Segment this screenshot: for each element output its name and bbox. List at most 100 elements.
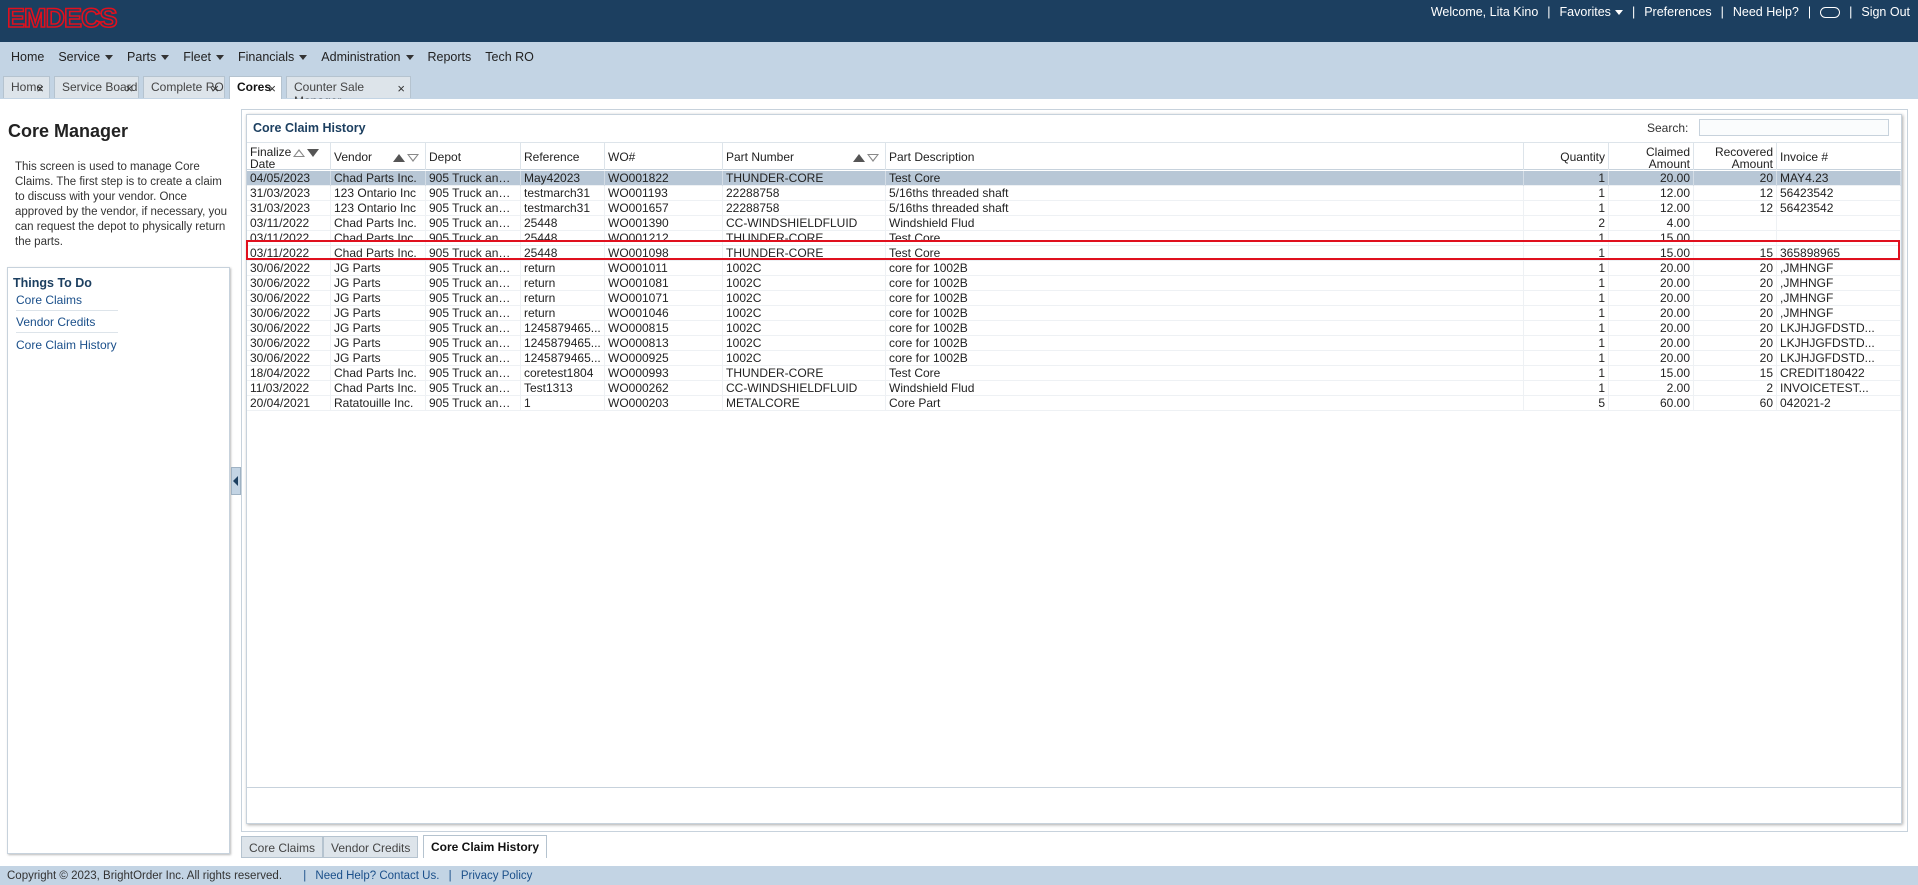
table-row[interactable]: 30/06/2022JG Parts905 Truck and Trai...1…: [247, 321, 1901, 336]
table-row[interactable]: 30/06/2022JG Parts905 Truck and Trai...1…: [247, 336, 1901, 351]
sort-desc-icon[interactable]: [307, 148, 320, 157]
cell-recovered-amount: [1694, 216, 1777, 231]
close-icon[interactable]: ×: [397, 82, 405, 95]
cell-vendor: JG Parts: [331, 321, 426, 336]
tab-cores[interactable]: Cores ×: [229, 76, 282, 99]
cell-vendor: Chad Parts Inc.: [331, 381, 426, 396]
cell-wo-number: WO001193: [605, 186, 723, 201]
column-header-invoice-number[interactable]: Invoice #: [1777, 143, 1901, 170]
nav-item-parts[interactable]: Parts: [127, 50, 170, 64]
column-header-vendor[interactable]: Vendor: [331, 143, 426, 170]
cell-wo-number: WO000925: [605, 351, 723, 366]
table-row[interactable]: 31/03/2023 123 Ontario Inc 905 Truck and T…: [247, 186, 1901, 201]
column-header-wo-number[interactable]: WO#: [605, 143, 723, 170]
table-row[interactable]: 30/06/2022JG Parts905 Truck and Trai...r…: [247, 276, 1901, 291]
nav-item-tech-ro[interactable]: Tech RO: [485, 50, 534, 64]
cell-reference: May42023: [521, 171, 605, 186]
cell-depot: 905 Truck and Trai...: [426, 306, 521, 321]
nav-item-administration[interactable]: Administration: [321, 50, 414, 64]
tab-home[interactable]: Home ×: [3, 76, 50, 98]
column-header-part-description[interactable]: Part Description: [886, 143, 1524, 170]
column-header-quantity[interactable]: Quantity: [1524, 143, 1609, 170]
emdecs-logo[interactable]: EMDECS: [7, 5, 167, 31]
cell-vendor: JG Parts: [331, 306, 426, 321]
grid-footer-line: [247, 787, 1901, 788]
tab-counter-sale-manager[interactable]: Counter Sale Manager×: [286, 76, 411, 108]
table-row[interactable]: 18/04/2022 Chad Parts Inc. 905 Truck and T…: [247, 366, 1901, 381]
column-header-depot[interactable]: Depot: [426, 143, 521, 170]
tab-complete-ro[interactable]: Complete RO ×: [143, 76, 225, 98]
separator: |: [1807, 5, 1812, 19]
column-header-part-number[interactable]: Part Number: [723, 143, 886, 170]
cell-vendor: Chad Parts Inc.: [331, 171, 426, 186]
sort-asc-icon[interactable]: [853, 153, 865, 162]
chat-icon[interactable]: [1820, 6, 1841, 18]
column-header-finalize-date[interactable]: Finalize Date: [247, 143, 331, 170]
table-row[interactable]: 31/03/2023 123 Ontario Inc 905 Truck and T…: [247, 201, 1901, 216]
close-icon[interactable]: ×: [268, 82, 276, 95]
close-icon[interactable]: ×: [36, 82, 44, 95]
preferences-link[interactable]: Preferences: [1644, 5, 1711, 19]
cell-invoice-number: MAY4.23: [1777, 171, 1901, 186]
table-row[interactable]: 11/03/2022 Chad Parts Inc. 905 Truck and T…: [247, 381, 1901, 396]
cell-depot: 905 Truck and Trai...: [426, 261, 521, 276]
copyright-text: Copyright © 2023, BrightOrder Inc. All r…: [7, 870, 283, 882]
cell-quantity: 1: [1524, 321, 1609, 336]
table-row[interactable]: 20/04/2021 Ratatouille Inc. 905 Truck and …: [247, 396, 1901, 411]
nav-item-reports[interactable]: Reports: [428, 50, 472, 64]
column-header-reference[interactable]: Reference: [521, 143, 605, 170]
column-header-claimed-amount[interactable]: Claimed Amount: [1609, 143, 1694, 170]
cell-vendor: JG Parts: [331, 351, 426, 366]
sort-desc-icon[interactable]: [867, 153, 879, 162]
cell-recovered-amount: 20: [1694, 261, 1777, 276]
sort-desc-icon[interactable]: [407, 153, 419, 162]
column-header-recovered-amount[interactable]: Recovered Amount: [1694, 143, 1777, 170]
table-row[interactable]: 03/11/2022 Chad Parts Inc. 905 Truck and T…: [247, 231, 1901, 246]
cell-reference: return: [521, 261, 605, 276]
search-label: Search:: [1647, 121, 1689, 135]
favorites-menu[interactable]: Favorites: [1560, 5, 1623, 19]
cell-recovered-amount: 15: [1694, 246, 1777, 261]
table-row[interactable]: 04/05/2023 Chad Parts Inc. 905 Truck and T…: [247, 171, 1901, 186]
table-row[interactable]: 30/06/2022JG Parts905 Truck and Trai...r…: [247, 261, 1901, 276]
cell-quantity: 1: [1524, 231, 1609, 246]
table-row[interactable]: 03/11/2022 Chad Parts Inc. 905 Truck and T…: [247, 246, 1901, 261]
search-input[interactable]: [1699, 119, 1889, 136]
cell-invoice-number: LKJHJGFDSTD...: [1777, 321, 1901, 336]
table-row[interactable]: 30/06/2022JG Parts905 Truck and Trai...1…: [247, 351, 1901, 366]
table-row[interactable]: 30/06/2022JG Parts905 Truck and Trai...r…: [247, 306, 1901, 321]
privacy-policy-link[interactable]: Privacy Policy: [461, 870, 533, 882]
tab-service-board[interactable]: Service Board ×: [54, 76, 139, 98]
column-label: Date: [250, 157, 276, 171]
sign-out-link[interactable]: Sign Out: [1861, 5, 1910, 19]
need-help-link[interactable]: Need Help?: [1733, 5, 1799, 19]
collapse-sidebar-handle[interactable]: [231, 467, 241, 495]
close-icon[interactable]: ×: [125, 82, 133, 95]
sort-asc-icon[interactable]: [393, 153, 405, 162]
cell-claimed-amount: 20.00: [1609, 261, 1694, 276]
cell-reference: Test1313: [521, 381, 605, 396]
cell-claimed-amount: 20.00: [1609, 291, 1694, 306]
cell-finalize-date: 30/06/2022: [247, 336, 331, 351]
todo-link-vendor-credits[interactable]: Vendor Credits: [16, 315, 95, 329]
cell-invoice-number: ,JMHNGF: [1777, 291, 1901, 306]
sort-asc-icon[interactable]: [293, 148, 306, 157]
nav-item-home[interactable]: Home: [11, 50, 44, 64]
cell-part-number: 1002C: [723, 351, 886, 366]
table-row[interactable]: 03/11/2022 Chad Parts Inc. 905 Truck and T…: [247, 216, 1901, 231]
todo-link-core-claims[interactable]: Core Claims: [16, 293, 82, 307]
bottom-tab-core-claim-history[interactable]: Core Claim History: [423, 835, 548, 858]
contact-us-link[interactable]: Need Help? Contact Us.: [315, 870, 439, 882]
bottom-tab-vendor-credits[interactable]: Vendor Credits: [323, 836, 419, 858]
cell-claimed-amount: 60.00: [1609, 396, 1694, 411]
table-row[interactable]: 30/06/2022JG Parts905 Truck and Trai...r…: [247, 291, 1901, 306]
cell-finalize-date: 30/06/2022: [247, 276, 331, 291]
close-icon[interactable]: ×: [211, 82, 219, 95]
bottom-tab-core-claims[interactable]: Core Claims: [241, 836, 324, 858]
todo-link-core-claim-history[interactable]: Core Claim History: [16, 338, 117, 352]
nav-item-fleet[interactable]: Fleet: [183, 50, 225, 64]
nav-item-service[interactable]: Service: [58, 50, 114, 64]
cell-finalize-date: 30/06/2022: [247, 261, 331, 276]
nav-item-financials[interactable]: Financials: [238, 50, 308, 64]
cell-invoice-number: ,JMHNGF: [1777, 261, 1901, 276]
